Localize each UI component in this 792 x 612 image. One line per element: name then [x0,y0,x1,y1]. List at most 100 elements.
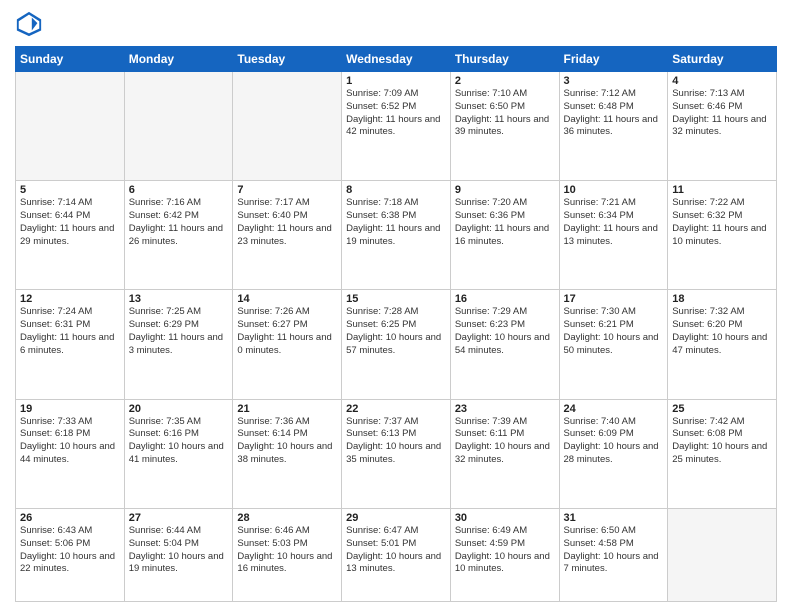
day-info: Sunrise: 7:42 AMSunset: 6:08 PMDaylight:… [672,416,772,467]
sunset-text: Sunset: 6:11 PM [455,428,555,441]
sunrise-text: Sunrise: 7:18 AM [346,197,446,210]
day-cell [668,508,777,601]
week-row-3: 12Sunrise: 7:24 AMSunset: 6:31 PMDayligh… [16,290,777,399]
sunrise-text: Sunrise: 7:42 AM [672,416,772,429]
day-number: 6 [129,184,229,196]
calendar-table: SundayMondayTuesdayWednesdayThursdayFrid… [15,46,777,602]
day-number: 29 [346,512,446,524]
day-number: 10 [564,184,664,196]
sunrise-text: Sunrise: 7:37 AM [346,416,446,429]
sunrise-text: Sunrise: 7:17 AM [237,197,337,210]
daylight-text: Daylight: 10 hours and 41 minutes. [129,441,229,467]
week-row-2: 5Sunrise: 7:14 AMSunset: 6:44 PMDaylight… [16,181,777,290]
daylight-text: Daylight: 10 hours and 19 minutes. [129,551,229,577]
daylight-text: Daylight: 10 hours and 25 minutes. [672,441,772,467]
day-info: Sunrise: 7:37 AMSunset: 6:13 PMDaylight:… [346,416,446,467]
day-cell: 6Sunrise: 7:16 AMSunset: 6:42 PMDaylight… [124,181,233,290]
sunset-text: Sunset: 6:34 PM [564,210,664,223]
day-info: Sunrise: 7:25 AMSunset: 6:29 PMDaylight:… [129,306,229,357]
daylight-text: Daylight: 10 hours and 54 minutes. [455,332,555,358]
day-cell: 20Sunrise: 7:35 AMSunset: 6:16 PMDayligh… [124,399,233,508]
daylight-text: Daylight: 11 hours and 6 minutes. [20,332,120,358]
day-cell: 4Sunrise: 7:13 AMSunset: 6:46 PMDaylight… [668,72,777,181]
sunrise-text: Sunrise: 7:29 AM [455,306,555,319]
sunrise-text: Sunrise: 7:13 AM [672,88,772,101]
day-cell: 9Sunrise: 7:20 AMSunset: 6:36 PMDaylight… [450,181,559,290]
sunset-text: Sunset: 5:04 PM [129,538,229,551]
sunset-text: Sunset: 6:29 PM [129,319,229,332]
day-cell: 11Sunrise: 7:22 AMSunset: 6:32 PMDayligh… [668,181,777,290]
daylight-text: Daylight: 10 hours and 10 minutes. [455,551,555,577]
week-row-5: 26Sunrise: 6:43 AMSunset: 5:06 PMDayligh… [16,508,777,601]
sunrise-text: Sunrise: 6:44 AM [129,525,229,538]
day-cell: 29Sunrise: 6:47 AMSunset: 5:01 PMDayligh… [342,508,451,601]
header [15,10,777,38]
day-number: 14 [237,293,337,305]
day-number: 21 [237,403,337,415]
day-info: Sunrise: 7:24 AMSunset: 6:31 PMDaylight:… [20,306,120,357]
day-info: Sunrise: 6:47 AMSunset: 5:01 PMDaylight:… [346,525,446,576]
daylight-text: Daylight: 11 hours and 16 minutes. [455,223,555,249]
daylight-text: Daylight: 11 hours and 19 minutes. [346,223,446,249]
sunrise-text: Sunrise: 7:25 AM [129,306,229,319]
day-cell: 3Sunrise: 7:12 AMSunset: 6:48 PMDaylight… [559,72,668,181]
sunset-text: Sunset: 6:50 PM [455,101,555,114]
day-number: 20 [129,403,229,415]
day-cell: 28Sunrise: 6:46 AMSunset: 5:03 PMDayligh… [233,508,342,601]
day-info: Sunrise: 7:22 AMSunset: 6:32 PMDaylight:… [672,197,772,248]
day-number: 23 [455,403,555,415]
day-header-wednesday: Wednesday [342,47,451,72]
day-cell: 22Sunrise: 7:37 AMSunset: 6:13 PMDayligh… [342,399,451,508]
day-cell: 16Sunrise: 7:29 AMSunset: 6:23 PMDayligh… [450,290,559,399]
day-cell: 17Sunrise: 7:30 AMSunset: 6:21 PMDayligh… [559,290,668,399]
day-info: Sunrise: 7:28 AMSunset: 6:25 PMDaylight:… [346,306,446,357]
daylight-text: Daylight: 11 hours and 13 minutes. [564,223,664,249]
day-info: Sunrise: 7:12 AMSunset: 6:48 PMDaylight:… [564,88,664,139]
daylight-text: Daylight: 10 hours and 22 minutes. [20,551,120,577]
day-info: Sunrise: 7:13 AMSunset: 6:46 PMDaylight:… [672,88,772,139]
sunrise-text: Sunrise: 7:35 AM [129,416,229,429]
sunrise-text: Sunrise: 7:32 AM [672,306,772,319]
sunrise-text: Sunrise: 6:49 AM [455,525,555,538]
daylight-text: Daylight: 10 hours and 35 minutes. [346,441,446,467]
logo-icon [15,10,43,38]
day-cell: 24Sunrise: 7:40 AMSunset: 6:09 PMDayligh… [559,399,668,508]
daylight-text: Daylight: 10 hours and 44 minutes. [20,441,120,467]
day-cell [233,72,342,181]
day-info: Sunrise: 7:40 AMSunset: 6:09 PMDaylight:… [564,416,664,467]
day-cell: 8Sunrise: 7:18 AMSunset: 6:38 PMDaylight… [342,181,451,290]
day-number: 4 [672,75,772,87]
daylight-text: Daylight: 10 hours and 13 minutes. [346,551,446,577]
sunrise-text: Sunrise: 6:43 AM [20,525,120,538]
day-info: Sunrise: 7:18 AMSunset: 6:38 PMDaylight:… [346,197,446,248]
daylight-text: Daylight: 10 hours and 7 minutes. [564,551,664,577]
sunrise-text: Sunrise: 7:14 AM [20,197,120,210]
day-info: Sunrise: 7:10 AMSunset: 6:50 PMDaylight:… [455,88,555,139]
day-info: Sunrise: 6:49 AMSunset: 4:59 PMDaylight:… [455,525,555,576]
sunset-text: Sunset: 6:48 PM [564,101,664,114]
day-cell: 19Sunrise: 7:33 AMSunset: 6:18 PMDayligh… [16,399,125,508]
sunset-text: Sunset: 5:06 PM [20,538,120,551]
sunset-text: Sunset: 6:27 PM [237,319,337,332]
day-info: Sunrise: 7:17 AMSunset: 6:40 PMDaylight:… [237,197,337,248]
day-number: 31 [564,512,664,524]
sunrise-text: Sunrise: 7:20 AM [455,197,555,210]
day-info: Sunrise: 7:21 AMSunset: 6:34 PMDaylight:… [564,197,664,248]
day-cell: 21Sunrise: 7:36 AMSunset: 6:14 PMDayligh… [233,399,342,508]
daylight-text: Daylight: 11 hours and 23 minutes. [237,223,337,249]
sunset-text: Sunset: 6:14 PM [237,428,337,441]
page: SundayMondayTuesdayWednesdayThursdayFrid… [0,0,792,612]
day-number: 13 [129,293,229,305]
sunset-text: Sunset: 6:52 PM [346,101,446,114]
day-info: Sunrise: 6:43 AMSunset: 5:06 PMDaylight:… [20,525,120,576]
daylight-text: Daylight: 11 hours and 32 minutes. [672,114,772,140]
sunset-text: Sunset: 6:38 PM [346,210,446,223]
daylight-text: Daylight: 11 hours and 0 minutes. [237,332,337,358]
day-info: Sunrise: 6:50 AMSunset: 4:58 PMDaylight:… [564,525,664,576]
sunrise-text: Sunrise: 6:50 AM [564,525,664,538]
sunset-text: Sunset: 6:42 PM [129,210,229,223]
sunset-text: Sunset: 5:01 PM [346,538,446,551]
sunrise-text: Sunrise: 7:28 AM [346,306,446,319]
sunset-text: Sunset: 6:46 PM [672,101,772,114]
sunset-text: Sunset: 5:03 PM [237,538,337,551]
